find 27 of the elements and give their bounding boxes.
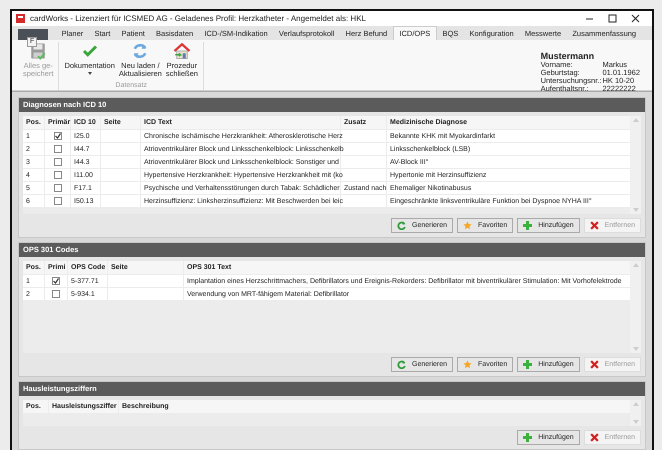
app-logo-icon — [16, 14, 25, 23]
refresh-icon — [397, 221, 406, 230]
refresh-icon — [397, 360, 406, 369]
refresh-icon — [131, 42, 150, 60]
maximize-icon[interactable] — [608, 14, 617, 23]
plus-icon — [523, 360, 532, 369]
checkbox[interactable] — [52, 277, 60, 285]
house-icon — [172, 42, 191, 60]
plus-icon — [523, 221, 532, 230]
close-icon — [590, 221, 599, 230]
close-icon[interactable] — [631, 14, 640, 23]
caret-icon — [88, 72, 92, 75]
star-icon — [463, 360, 472, 369]
plus-icon — [523, 433, 532, 442]
close-icon — [590, 433, 599, 442]
patient-name: Mustermann — [540, 51, 596, 61]
checkbox[interactable] — [54, 184, 62, 192]
checkbox[interactable] — [54, 171, 62, 179]
close-icon — [590, 360, 599, 369]
checkbox[interactable] — [54, 158, 62, 166]
file-tab[interactable] — [18, 29, 48, 40]
checkbox[interactable] — [54, 132, 62, 140]
checkbox[interactable] — [54, 145, 62, 153]
star-icon — [463, 221, 472, 230]
window-title: cardWorks - Lizenziert für ICSMED AG - Geladenes Profil: Herzkatheter - Angemeldet als: HKL — [30, 14, 367, 23]
checkbox[interactable] — [52, 290, 60, 298]
checkbox[interactable] — [54, 197, 62, 205]
